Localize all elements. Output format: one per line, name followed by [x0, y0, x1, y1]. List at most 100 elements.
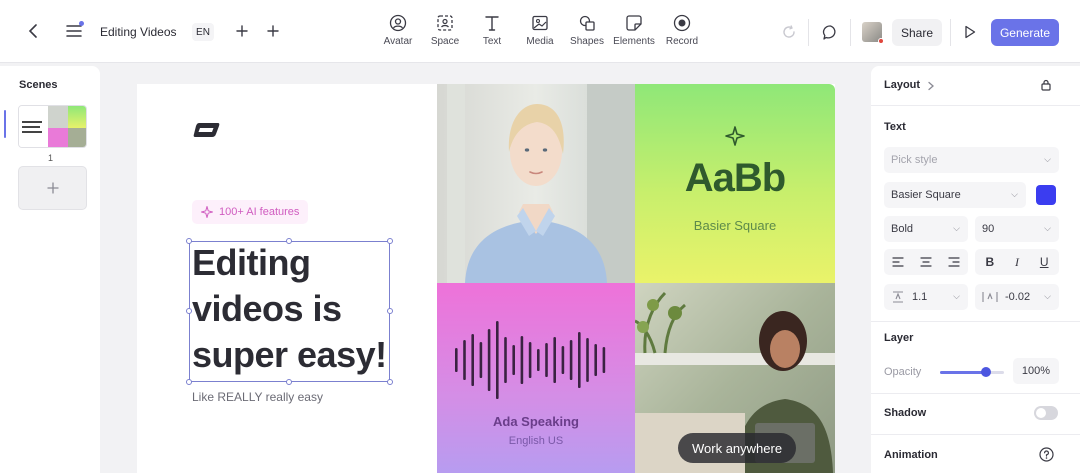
record-icon	[673, 14, 691, 32]
resize-handle[interactable]	[186, 379, 192, 385]
chevron-down-icon: ⌵	[1044, 291, 1051, 301]
letter-spacing-dropdown[interactable]: -0.02 ⌵	[975, 284, 1059, 310]
font-family-dropdown[interactable]: Basier Square ⌵	[884, 182, 1026, 208]
opacity-input[interactable]: 100%	[1013, 358, 1059, 384]
user-avatar[interactable]	[862, 22, 884, 44]
resize-handle[interactable]	[186, 238, 192, 244]
section-divider	[871, 393, 1080, 394]
pick-style-dropdown[interactable]: Pick style ⌵	[884, 147, 1059, 173]
scene-thumbnail-1[interactable]	[18, 105, 87, 148]
line-height-value: 1.1	[912, 291, 928, 303]
text-alignment-group	[884, 249, 968, 275]
font-size-dropdown[interactable]: 90 ⌵	[975, 216, 1059, 242]
play-preview-icon[interactable]	[959, 22, 981, 42]
help-icon[interactable]	[1039, 447, 1054, 462]
thumb-text-line	[22, 126, 40, 128]
font-sample-text: AaBb	[684, 156, 786, 200]
work-anywhere-card[interactable]: Work anywhere	[635, 283, 835, 473]
waveform-bar	[455, 348, 458, 372]
resize-handle[interactable]	[186, 308, 192, 314]
align-center-icon[interactable]	[920, 257, 932, 267]
font-weight-value: Bold	[891, 223, 914, 235]
shapes-icon	[579, 15, 595, 31]
properties-panel: Layout Text Pick style ⌵ Basier Square ⌵…	[871, 66, 1080, 473]
font-weight-dropdown[interactable]: Bold ⌵	[884, 216, 968, 242]
add-scene-icon[interactable]	[265, 23, 281, 39]
toolbar-divider	[950, 19, 951, 46]
tool-record[interactable]: Record	[652, 14, 712, 47]
scene-canvas[interactable]: 100+ AI features Editing videos is super…	[137, 84, 835, 473]
thumb-font-card	[68, 106, 86, 128]
line-height-dropdown[interactable]: 1.1 ⌵	[884, 284, 968, 310]
thumb-photo-card	[68, 128, 86, 147]
bold-icon[interactable]: B	[985, 255, 994, 269]
sparkle-icon	[201, 206, 213, 218]
subheadline-text[interactable]: Like REALLY really easy	[192, 390, 323, 404]
resize-handle[interactable]	[387, 308, 393, 314]
selection-box[interactable]	[186, 238, 393, 385]
toolbar-divider	[808, 19, 809, 46]
resize-handle[interactable]	[387, 379, 393, 385]
line-height-icon	[893, 291, 903, 303]
menu-icon[interactable]	[64, 21, 84, 40]
media-icon	[532, 15, 548, 31]
tool-text-label: Text	[482, 36, 502, 47]
chevron-down-icon: ⌵	[953, 223, 960, 233]
layout-section-title[interactable]: Layout	[884, 79, 920, 91]
voice-language-text: English US	[508, 435, 564, 447]
underline-icon[interactable]: U	[1040, 255, 1049, 269]
waveform-bar	[512, 345, 515, 375]
comment-icon[interactable]	[820, 22, 840, 42]
lock-icon[interactable]	[1040, 79, 1052, 91]
opacity-label: Opacity	[884, 366, 922, 378]
waveform-bar	[479, 342, 483, 378]
tool-elements-label: Elements	[613, 36, 655, 47]
generate-button[interactable]: Generate	[991, 19, 1059, 46]
notification-dot	[79, 21, 84, 26]
add-scene-button[interactable]	[18, 166, 87, 210]
resize-handle[interactable]	[286, 379, 292, 385]
section-divider	[871, 105, 1080, 106]
shadow-toggle[interactable]	[1034, 406, 1058, 420]
tool-avatar-label: Avatar	[383, 36, 413, 47]
opacity-slider[interactable]	[940, 367, 1004, 377]
voice-preview-card[interactable]: Ada Speaking English US	[437, 283, 635, 473]
back-icon[interactable]	[24, 22, 42, 40]
italic-icon[interactable]: I	[1015, 255, 1019, 270]
share-button[interactable]: Share	[892, 19, 942, 46]
waveform-bar	[586, 338, 589, 382]
scenes-panel: Scenes 1	[0, 66, 100, 473]
waveform-bar	[569, 340, 573, 380]
chevron-down-icon: ⌵	[1044, 223, 1051, 233]
language-button[interactable]: EN	[192, 23, 214, 41]
chevron-right-icon[interactable]	[927, 81, 935, 91]
font-size-value: 90	[982, 223, 995, 235]
section-divider	[871, 321, 1080, 322]
plus-icon	[46, 182, 59, 194]
font-family-value: Basier Square	[891, 189, 961, 201]
font-color-swatch[interactable]	[1036, 185, 1056, 205]
font-preview-card[interactable]: AaBb Basier Square	[635, 84, 835, 283]
resize-handle[interactable]	[387, 238, 393, 244]
text-icon	[485, 16, 499, 31]
tool-space-label: Space	[430, 36, 460, 47]
status-dot	[878, 38, 884, 44]
project-title[interactable]: Editing Videos	[100, 25, 177, 39]
align-left-icon[interactable]	[892, 257, 904, 267]
section-divider	[871, 434, 1080, 435]
sparkle-icon	[725, 126, 745, 146]
elements-icon	[626, 15, 642, 31]
avatar-presenter-card[interactable]	[437, 84, 635, 283]
waveform-bar	[561, 346, 565, 374]
opacity-slider-handle[interactable]	[981, 367, 991, 377]
letter-spacing-icon	[982, 292, 998, 302]
shadow-label: Shadow	[884, 407, 927, 419]
animation-label: Animation	[884, 449, 938, 461]
scenes-title: Scenes	[19, 79, 58, 91]
align-right-icon[interactable]	[948, 257, 960, 267]
ai-features-label: 100+ AI features	[219, 206, 300, 218]
resize-handle[interactable]	[286, 238, 292, 244]
sync-icon[interactable]	[780, 23, 798, 41]
add-icon[interactable]	[234, 23, 250, 39]
ai-features-badge[interactable]: 100+ AI features	[192, 200, 309, 224]
